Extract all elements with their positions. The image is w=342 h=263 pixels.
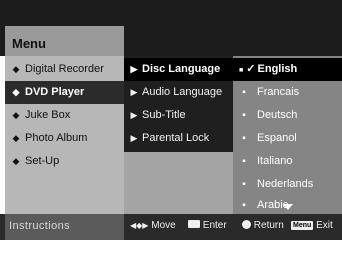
diamond-bullet-icon: ◆ bbox=[12, 87, 20, 97]
title-panel: Menu bbox=[5, 26, 124, 56]
main-menu-item-photo-album[interactable]: ◆ Photo Album bbox=[5, 127, 124, 150]
diamond-bullet-icon: ◆ bbox=[12, 133, 20, 143]
sub-menu-item-disc-language[interactable]: ▶ Disc Language bbox=[124, 58, 233, 81]
hint-return: Return bbox=[242, 220, 284, 231]
small-bullet-icon: ▪ bbox=[242, 179, 246, 190]
instructions-bar: Instructions ◀◆▶ Move Enter Return Menu … bbox=[0, 214, 342, 240]
small-bullet-icon: ▪ bbox=[242, 110, 246, 121]
dvd-menu-screen: Menu ◆ Digital Recorder ◆ DVD Player ◆ Juke… bbox=[0, 0, 342, 263]
option-nederlands[interactable]: ▪ Nederlands bbox=[233, 173, 342, 196]
small-bullet-icon: ■ bbox=[239, 67, 244, 74]
option-deutsch[interactable]: ▪ Deutsch bbox=[233, 104, 342, 127]
hint-enter: Enter bbox=[188, 220, 227, 231]
arrow-right-icon: ▶ bbox=[130, 133, 138, 143]
option-espanol[interactable]: ▪ Espanol bbox=[233, 127, 342, 150]
arrow-right-icon: ▶ bbox=[130, 87, 138, 97]
menu-title: Menu bbox=[12, 36, 46, 51]
main-menu-item-juke-box[interactable]: ◆ Juke Box bbox=[5, 104, 124, 127]
instructions-panel: Instructions bbox=[5, 214, 124, 240]
small-bullet-icon: ▪ bbox=[242, 87, 246, 98]
diamond-bullet-icon: ◆ bbox=[12, 64, 20, 74]
small-bullet-icon: ▪ bbox=[242, 133, 246, 144]
sub-menu-item-sub-title[interactable]: ▶ Sub-Title bbox=[124, 104, 233, 127]
sub-menu-filler bbox=[124, 152, 233, 214]
option-english[interactable]: ■ ✓ English bbox=[233, 58, 342, 81]
return-key-icon bbox=[242, 220, 251, 229]
diamond-bullet-icon: ◆ bbox=[12, 156, 20, 166]
top-bar: Menu bbox=[0, 0, 342, 56]
sub-menu-item-audio-language[interactable]: ▶ Audio Language bbox=[124, 81, 233, 104]
options-list: ■ ✓ English ▪ Francais ▪ Deutsch ▪ Espanol ▪… bbox=[233, 56, 342, 214]
small-bullet-icon: ▪ bbox=[242, 156, 246, 167]
sub-menu-item-parental-lock[interactable]: ▶ Parental Lock bbox=[124, 127, 233, 150]
hint-exit: Menu Exit bbox=[291, 220, 333, 231]
main-menu-item-digital-recorder[interactable]: ◆ Digital Recorder bbox=[5, 58, 124, 81]
option-italiano[interactable]: ▪ Italiano bbox=[233, 150, 342, 173]
enter-key-icon bbox=[188, 220, 200, 228]
main-menu-item-dvd-player[interactable]: ◆ DVD Player bbox=[5, 81, 124, 104]
main-menu-item-set-up[interactable]: ◆ Set-Up bbox=[5, 150, 124, 173]
move-arrows-icon: ◀◆▶ bbox=[130, 221, 149, 230]
instructions-label: Instructions bbox=[9, 220, 71, 232]
arrow-right-icon: ▶ bbox=[130, 110, 138, 120]
option-francais[interactable]: ▪ Francais bbox=[233, 81, 342, 104]
main-menu: ◆ Digital Recorder ◆ DVD Player ◆ Juke Box … bbox=[5, 56, 124, 214]
menu-key-icon: Menu bbox=[291, 221, 314, 230]
arrow-right-icon: ▶ bbox=[130, 64, 138, 74]
diamond-bullet-icon: ◆ bbox=[12, 110, 20, 120]
check-icon: ✓ bbox=[246, 63, 256, 75]
hint-move: ◀◆▶ Move bbox=[130, 220, 176, 231]
scroll-down-indicator-icon[interactable] bbox=[283, 204, 293, 210]
